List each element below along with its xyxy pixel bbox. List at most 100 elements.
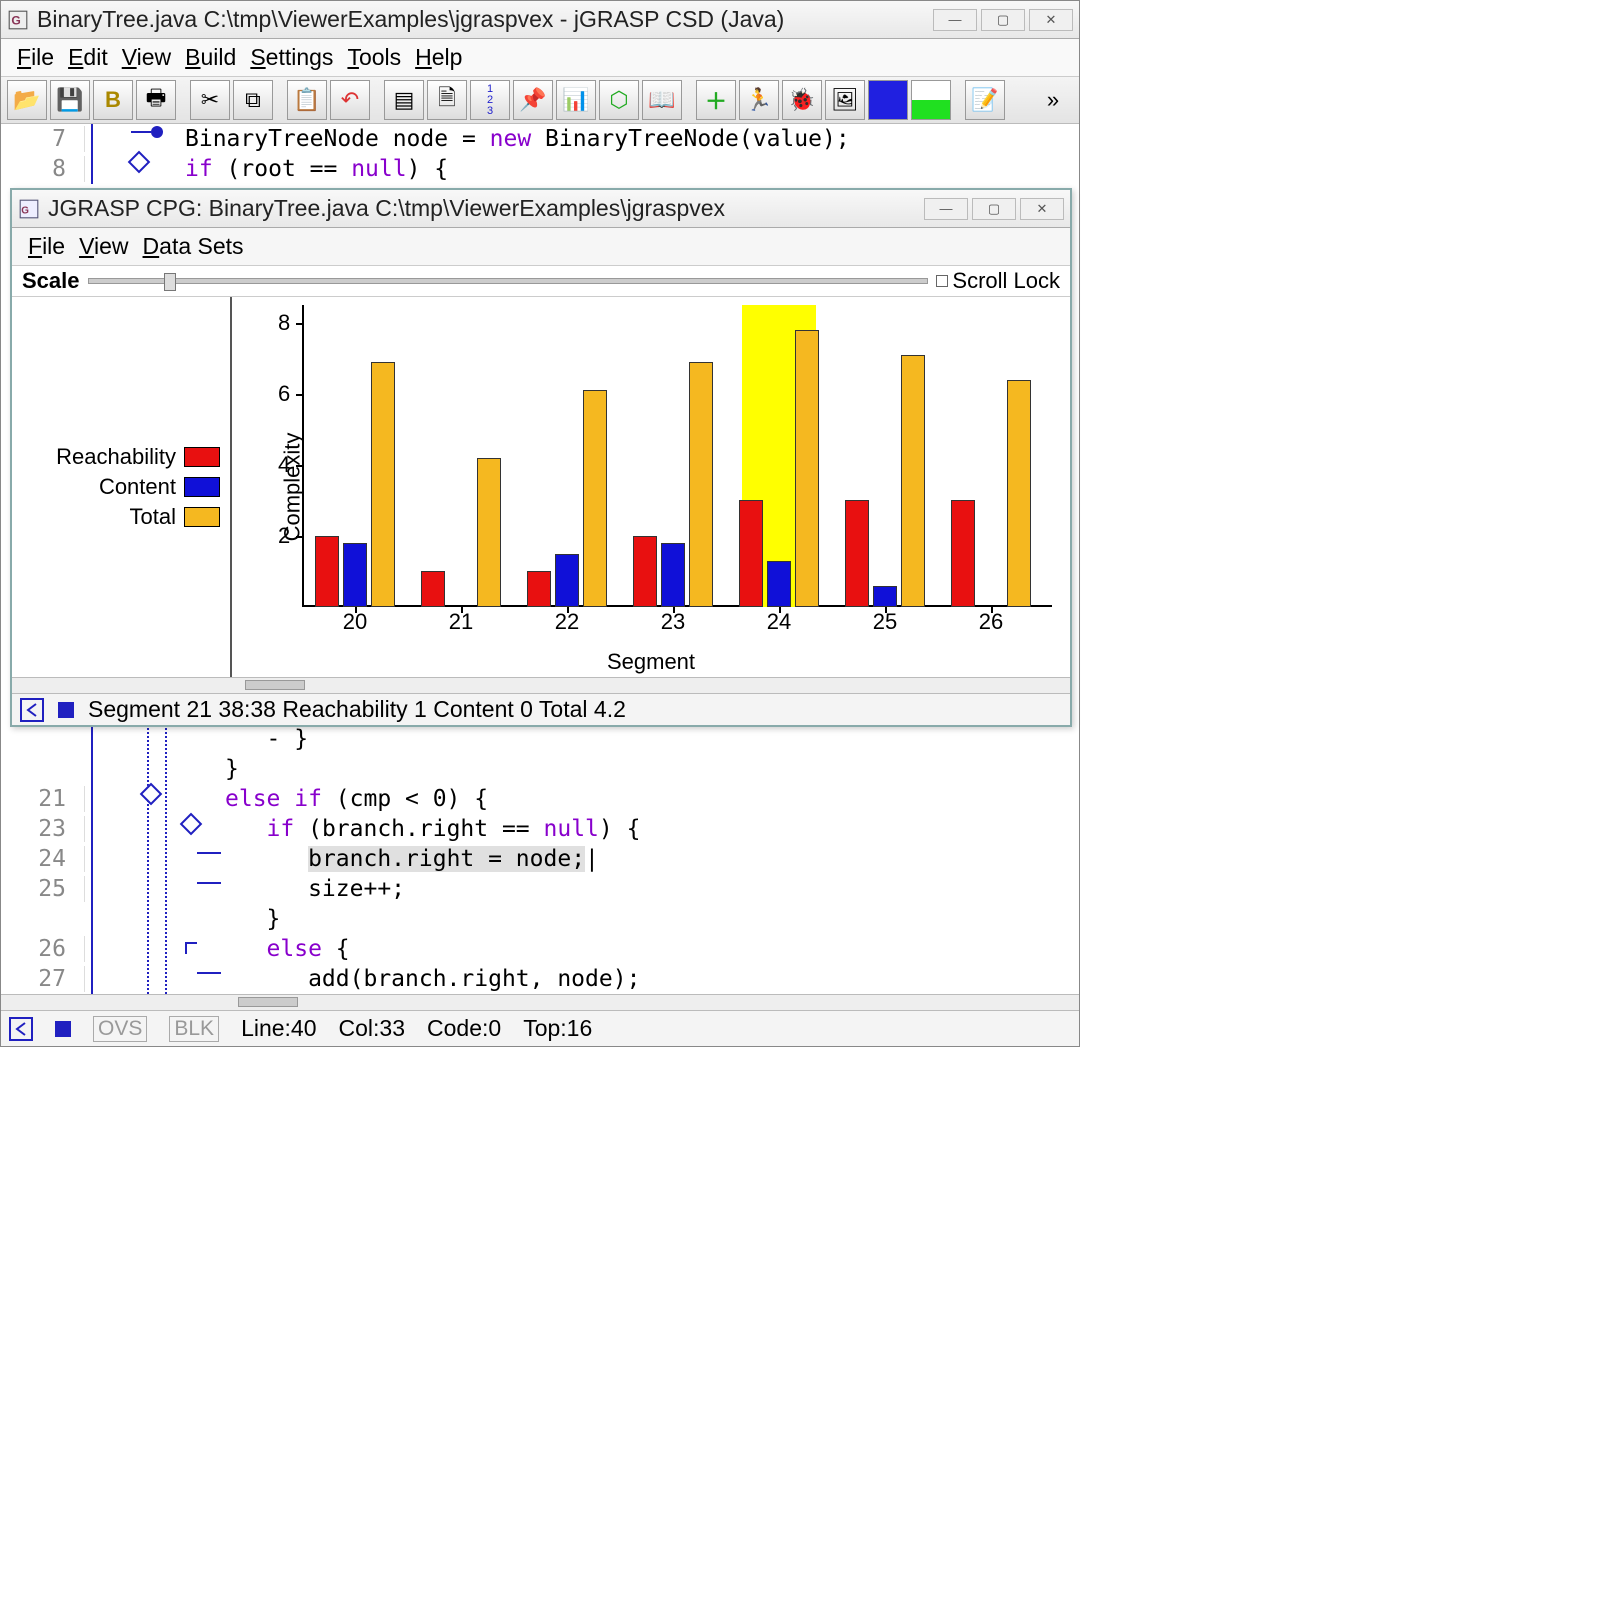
bar-reachability[interactable] (951, 500, 975, 607)
cut-icon[interactable]: ✂ (190, 80, 230, 120)
cpg-hscroll[interactable] (12, 677, 1070, 693)
scale-slider[interactable] (88, 278, 929, 284)
back-icon[interactable] (20, 698, 44, 722)
main-statusbar: OVSBLK Line:40 Col:33 Code:0 Top:16 (1, 1010, 1079, 1046)
browse-icon[interactable]: B (93, 80, 133, 120)
bar-content[interactable] (343, 543, 367, 607)
undo-icon[interactable]: ↶ (330, 80, 370, 120)
code-line: else if (cmp < 0) { (225, 786, 488, 812)
scroll-lock[interactable]: Scroll Lock (936, 268, 1060, 294)
canvas-icon[interactable]: 🖼 (825, 80, 865, 120)
bar-total[interactable] (795, 330, 819, 607)
line-number: 21 (1, 786, 85, 812)
compile-icon[interactable]: ＋ (696, 80, 736, 120)
code-line: size++; (225, 876, 405, 902)
bar-total[interactable] (583, 390, 607, 607)
menu-build[interactable]: Build (179, 43, 242, 72)
code-top[interactable]: 7 8 BinaryTreeNode node = new BinaryTree… (1, 124, 1079, 184)
bar-content[interactable] (767, 561, 791, 607)
back-icon[interactable] (9, 1017, 33, 1041)
cpg-titlebar[interactable]: G JGRASP CPG: BinaryTree.java C:\tmp\Vie… (12, 190, 1070, 228)
line-number: 7 (1, 126, 85, 152)
print-icon[interactable]: 🖶 (136, 80, 176, 120)
bar-total[interactable] (1007, 380, 1031, 607)
cpg-menu-file[interactable]: File (22, 232, 71, 261)
bar-reachability[interactable] (421, 571, 445, 607)
bar-reachability[interactable] (527, 571, 551, 607)
tree-icon[interactable]: ⬡ (599, 80, 639, 120)
book-icon[interactable]: 📖 (642, 80, 682, 120)
menu-tools[interactable]: Tools (341, 43, 407, 72)
minimize-button[interactable]: — (933, 9, 977, 31)
menu-file[interactable]: File (11, 43, 60, 72)
bar-total[interactable] (689, 362, 713, 607)
code-line: if (root == null) { (185, 156, 448, 182)
cpg-minimize-button[interactable]: — (924, 198, 968, 220)
copy-icon[interactable]: ⧉ (233, 80, 273, 120)
close-button[interactable]: ✕ (1029, 9, 1073, 31)
bar-content[interactable] (555, 554, 579, 607)
chart-icon[interactable]: 📊 (556, 80, 596, 120)
marker-icon (55, 1021, 71, 1037)
run-icon[interactable]: 🏃 (739, 80, 779, 120)
bar-content[interactable] (661, 543, 685, 607)
y-tick: 6 (278, 381, 290, 407)
y-tick: 4 (278, 452, 290, 478)
menu-edit[interactable]: Edit (62, 43, 114, 72)
bar-total[interactable] (901, 355, 925, 607)
code-line: if (branch.right == null) { (225, 816, 640, 842)
status-code: Code:0 (427, 1015, 501, 1042)
more-icon[interactable]: » (1033, 80, 1073, 120)
main-toolbar: 📂 💾 B 🖶 ✂ ⧉ 📋 ↶ ▤ 🗎 123 📌 📊 ⬡ 📖 ＋ 🏃 🐞 🖼 … (1, 77, 1079, 124)
cpg-menu-view[interactable]: View (73, 232, 134, 261)
slider-thumb[interactable] (164, 273, 176, 291)
line-number: 27 (1, 966, 85, 992)
bar-reachability[interactable] (739, 500, 763, 607)
legend-item: Total (130, 504, 220, 530)
cpg-close-button[interactable]: ✕ (1020, 198, 1064, 220)
main-titlebar[interactable]: G BinaryTree.java C:\tmp\ViewerExamples\… (1, 1, 1079, 39)
doc-icon[interactable]: 🗎 (427, 80, 467, 120)
status-col: Col:33 (339, 1015, 405, 1042)
debug-icon[interactable]: 🐞 (782, 80, 822, 120)
code-line: } (225, 756, 239, 782)
cpg-menubar: File View Data Sets (12, 228, 1070, 266)
bar-total[interactable] (477, 458, 501, 607)
bar-reachability[interactable] (315, 536, 339, 607)
code-line: - } (225, 726, 308, 752)
ovs-badge: OVS (93, 1016, 147, 1042)
chart-plot[interactable]: Complexity Segment 246820212223242526 (232, 297, 1070, 677)
csd-icon[interactable]: ▤ (384, 80, 424, 120)
paste-icon[interactable]: 📋 (287, 80, 327, 120)
code-line: } (225, 906, 280, 932)
line-number: 23 (1, 816, 85, 842)
blue-sq-icon[interactable] (868, 80, 908, 120)
svg-text:G: G (21, 205, 29, 216)
main-hscroll[interactable] (1, 994, 1079, 1010)
bar-reachability[interactable] (845, 500, 869, 607)
scale-label: Scale (22, 268, 80, 294)
maximize-button[interactable]: ▢ (981, 9, 1025, 31)
cpg-menu-datasets[interactable]: Data Sets (137, 232, 250, 261)
code-bottom[interactable]: 21 23 24 25 26 27 - } } (1, 724, 1079, 994)
save-icon[interactable]: 💾 (50, 80, 90, 120)
line-number: 24 (1, 846, 85, 872)
cpg-statusbar: Segment 21 38:38 Reachability 1 Content … (12, 693, 1070, 725)
menu-settings[interactable]: Settings (244, 43, 339, 72)
numbered-icon[interactable]: 123 (470, 80, 510, 120)
bar-total[interactable] (371, 362, 395, 607)
pin-icon[interactable]: 📌 (513, 80, 553, 120)
status-top: Top:16 (523, 1015, 592, 1042)
menu-help[interactable]: Help (409, 43, 468, 72)
menu-view[interactable]: View (116, 43, 177, 72)
bar-content[interactable] (873, 586, 897, 607)
open-icon[interactable]: 📂 (7, 80, 47, 120)
green-sq-icon[interactable] (911, 80, 951, 120)
check-icon[interactable]: 📝 (965, 80, 1005, 120)
cpg-maximize-button[interactable]: ▢ (972, 198, 1016, 220)
code-line: else { (225, 936, 350, 962)
chart-legend: Reachability Content Total (12, 297, 232, 677)
legend-item: Reachability (56, 444, 220, 470)
line-number: 26 (1, 936, 85, 962)
bar-reachability[interactable] (633, 536, 657, 607)
